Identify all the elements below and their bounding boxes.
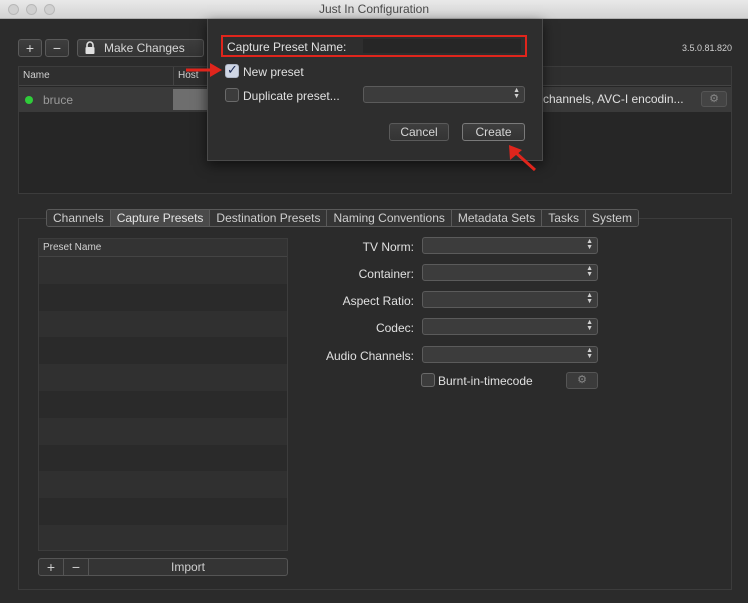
new-preset-label: New preset: [243, 65, 304, 79]
server-name: bruce: [43, 93, 74, 107]
host-field: [173, 89, 209, 110]
preset-list-footer: + − Import: [38, 558, 288, 576]
preset-list[interactable]: Preset Name: [38, 238, 288, 551]
codec-label: Codec:: [375, 321, 414, 335]
title-bar: Just In Configuration: [0, 0, 748, 19]
version-label: 3.5.0.81.820: [682, 43, 733, 53]
duplicate-preset-select[interactable]: ▲ ▼: [363, 86, 525, 103]
tab-metadata-sets[interactable]: Metadata Sets: [451, 210, 543, 226]
container-label: Container:: [358, 267, 414, 281]
tab-channels[interactable]: Channels: [47, 210, 111, 226]
remove-server-button[interactable]: −: [45, 39, 69, 57]
tab-destination-presets[interactable]: Destination Presets: [210, 210, 328, 226]
add-preset-button[interactable]: +: [39, 559, 64, 575]
preset-name-header[interactable]: Preset Name: [39, 239, 287, 257]
tv-norm-label: TV Norm:: [362, 240, 414, 254]
make-changes-button[interactable]: Make Changes: [77, 39, 204, 57]
preset-list-body: [39, 257, 287, 550]
list-item[interactable]: [39, 444, 287, 472]
tab-system[interactable]: System: [585, 210, 638, 226]
gear-icon[interactable]: ⚙: [701, 91, 727, 107]
codec-select[interactable]: ▲ ▼: [422, 318, 598, 335]
duplicate-preset-checkbox[interactable]: [225, 88, 239, 102]
tab-capture-presets[interactable]: Capture Presets: [110, 210, 211, 226]
list-item[interactable]: [39, 498, 287, 525]
tab-bar: Channels Capture Presets Destination Pre…: [46, 209, 639, 227]
chevron-updown-icon: ▲ ▼: [586, 238, 593, 251]
burnt-in-timecode-label: Burnt-in-timecode: [438, 374, 533, 388]
list-item[interactable]: [39, 417, 287, 445]
list-item[interactable]: [39, 524, 287, 550]
list-item[interactable]: [39, 364, 287, 391]
tv-norm-select[interactable]: ▲ ▼: [422, 237, 598, 254]
audio-channels-select[interactable]: ▲ ▼: [422, 346, 598, 363]
tab-tasks[interactable]: Tasks: [542, 210, 586, 226]
status-dot-icon: [25, 96, 33, 104]
list-item[interactable]: [39, 390, 287, 418]
checkmark-icon: ✓: [227, 62, 238, 77]
list-item[interactable]: [39, 310, 287, 338]
audio-channels-label: Audio Channels:: [325, 349, 414, 363]
chevron-updown-icon: ▲ ▼: [586, 319, 593, 332]
container-select[interactable]: ▲ ▼: [422, 264, 598, 281]
gear-icon[interactable]: ⚙: [566, 372, 598, 389]
import-button[interactable]: Import: [89, 559, 287, 575]
preset-name-highlight: Capture Preset Name:: [221, 35, 527, 57]
list-item[interactable]: [39, 257, 287, 284]
burnt-in-timecode-checkbox[interactable]: [421, 373, 435, 387]
add-server-button[interactable]: +: [18, 39, 42, 57]
list-item[interactable]: [39, 471, 287, 499]
preset-name-input[interactable]: [363, 39, 521, 53]
capture-preset-dialog: Capture Preset Name: ✓ New preset Duplic…: [207, 19, 543, 161]
lock-icon: [84, 41, 96, 59]
chevron-updown-icon: ▲ ▼: [513, 87, 520, 100]
make-changes-label: Make Changes: [104, 41, 185, 55]
create-button[interactable]: Create: [462, 123, 525, 141]
column-header-name[interactable]: Name: [19, 67, 173, 86]
tab-naming-conventions[interactable]: Naming Conventions: [327, 210, 452, 226]
server-description: channels, AVC-I encodin...: [543, 92, 684, 106]
remove-preset-button[interactable]: −: [64, 559, 89, 575]
preset-name-label: Capture Preset Name:: [227, 40, 347, 54]
duplicate-preset-label: Duplicate preset...: [243, 89, 340, 103]
chevron-updown-icon: ▲ ▼: [586, 265, 593, 278]
chevron-updown-icon: ▲ ▼: [586, 347, 593, 360]
cancel-button[interactable]: Cancel: [389, 123, 449, 141]
chevron-updown-icon: ▲ ▼: [586, 292, 593, 305]
aspect-ratio-label: Aspect Ratio:: [342, 294, 414, 308]
list-item[interactable]: [39, 283, 287, 311]
list-item[interactable]: [39, 337, 287, 365]
new-preset-checkbox[interactable]: ✓: [225, 62, 239, 78]
window-title: Just In Configuration: [318, 2, 430, 16]
aspect-ratio-select[interactable]: ▲ ▼: [422, 291, 598, 308]
